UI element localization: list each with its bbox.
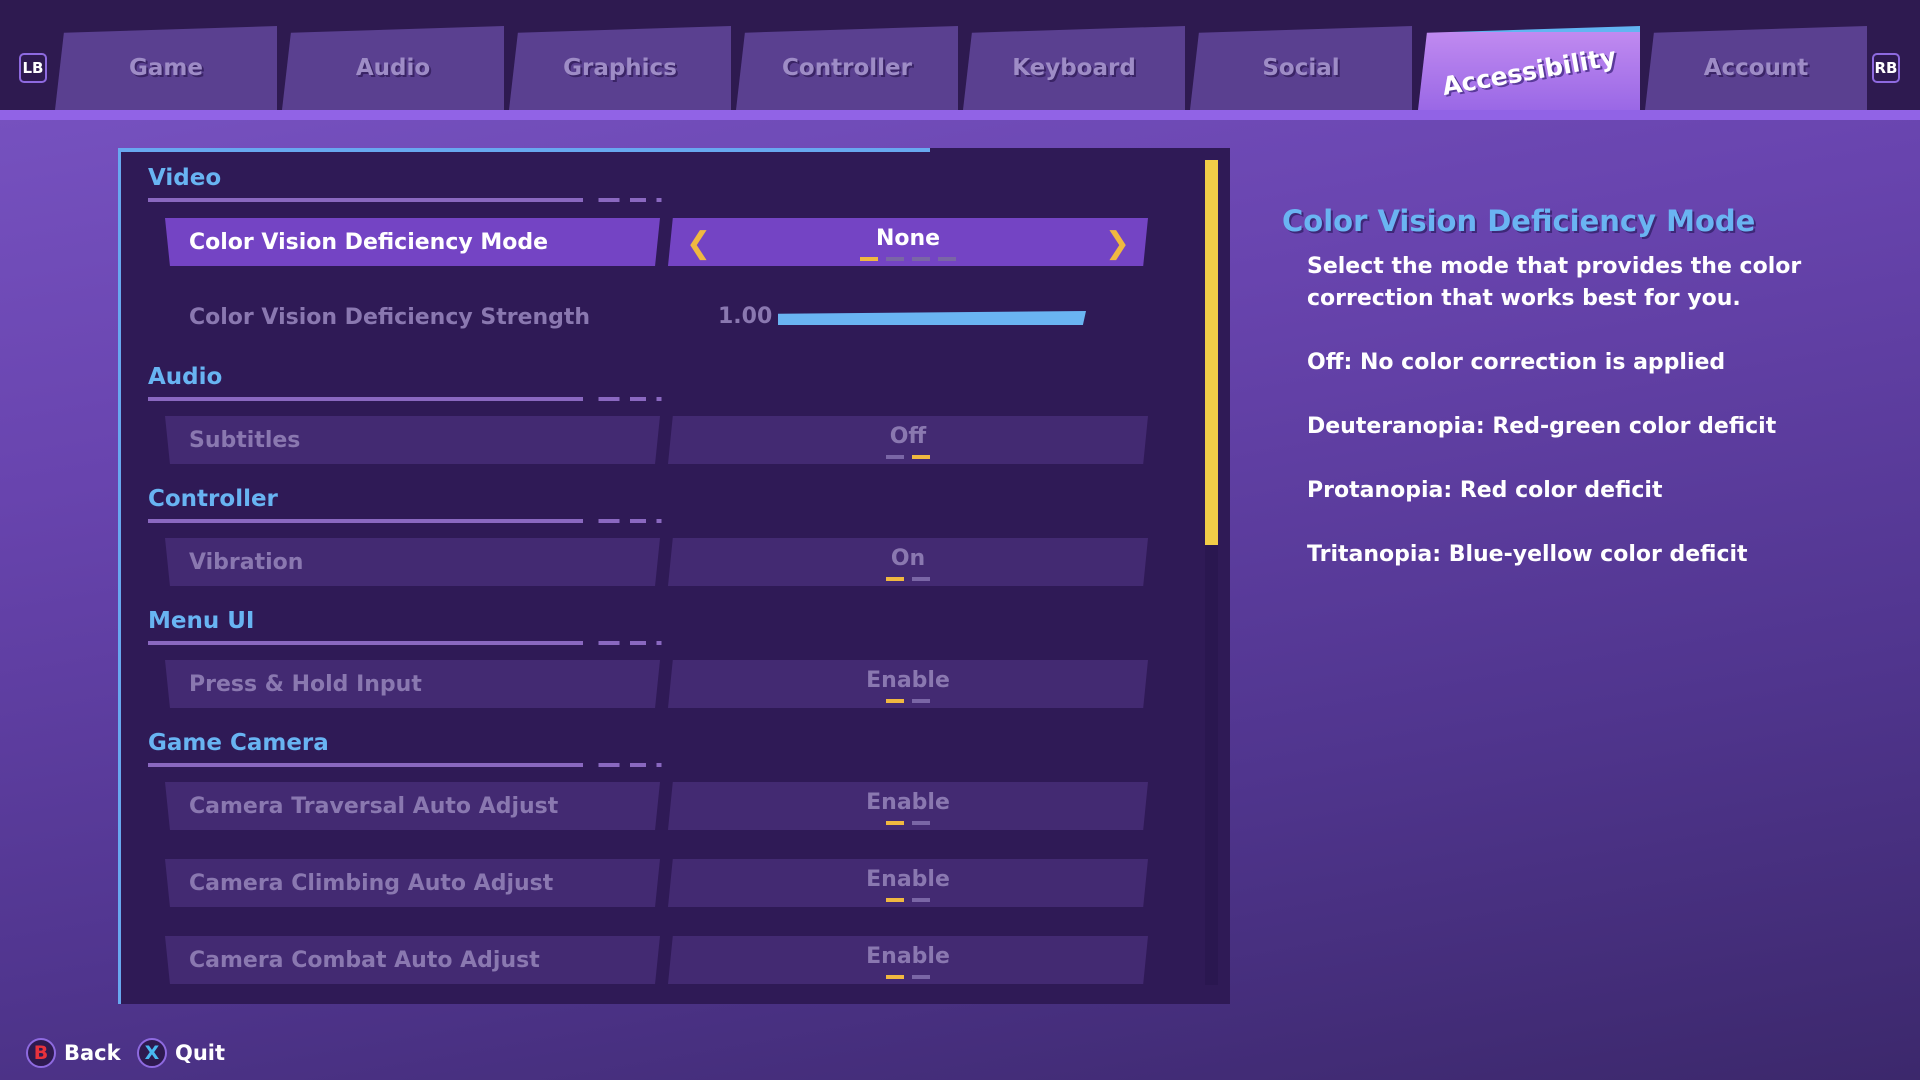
setting-label: Camera Traversal Auto Adjust xyxy=(165,782,660,830)
back-label: Back xyxy=(64,1041,121,1065)
tab-keyboard[interactable]: Keyboard xyxy=(963,26,1185,110)
setting-label: Subtitles xyxy=(165,416,660,464)
tab-social[interactable]: Social xyxy=(1190,26,1412,110)
tab-bar-accent xyxy=(0,110,1920,120)
tab-audio[interactable]: Audio xyxy=(282,26,504,110)
setting-value: None xyxy=(875,225,941,251)
option-indicator xyxy=(886,898,930,902)
setting-value: Enable xyxy=(866,667,950,693)
divider xyxy=(148,198,672,202)
quit-label: Quit xyxy=(175,1041,226,1065)
option-indicator xyxy=(886,455,930,459)
help-line: Deuteranopia: Red-green color deficit xyxy=(1307,414,1777,439)
cvd-mode-selector[interactable]: ❮ None ❯ xyxy=(668,218,1148,266)
setting-label: Vibration xyxy=(165,538,660,586)
press-hold-toggle[interactable]: Enable xyxy=(668,660,1148,708)
tab-account[interactable]: Account xyxy=(1645,26,1867,110)
tab-label: Social xyxy=(1262,55,1340,81)
tab-label: Game xyxy=(129,55,203,81)
setting-value: Enable xyxy=(866,789,950,815)
option-indicator xyxy=(886,821,930,825)
setting-value: Enable xyxy=(866,866,950,892)
section-controller: Controller xyxy=(148,486,278,512)
help-line: Off: No color correction is applied xyxy=(1307,350,1726,375)
setting-label: Color Vision Deficiency Mode xyxy=(165,218,660,266)
option-indicator xyxy=(860,257,956,261)
divider xyxy=(148,641,672,645)
arrow-right-icon[interactable]: ❯ xyxy=(1105,226,1130,261)
panel-border xyxy=(120,148,930,152)
b-button-icon: B xyxy=(26,1038,56,1068)
section-video: Video xyxy=(148,165,222,191)
section-audio: Audio xyxy=(148,364,223,390)
tab-label: Account xyxy=(1703,55,1809,81)
back-button[interactable]: B Back xyxy=(26,1038,121,1068)
strength-value: 1.00 xyxy=(718,304,773,329)
setting-label: Color Vision Deficiency Strength xyxy=(189,304,591,330)
tab-controller[interactable]: Controller xyxy=(736,26,958,110)
vibration-toggle[interactable]: On xyxy=(668,538,1148,586)
divider xyxy=(148,763,672,767)
rb-bumper-icon[interactable]: RB xyxy=(1872,53,1900,83)
tab-graphics[interactable]: Graphics xyxy=(509,26,731,110)
setting-value: Off xyxy=(889,423,927,449)
help-description: Select the mode that provides the color … xyxy=(1307,254,1802,311)
setting-value: On xyxy=(890,545,926,571)
camera-climbing-toggle[interactable]: Enable xyxy=(668,859,1148,907)
option-indicator xyxy=(886,699,930,703)
tab-game[interactable]: Game xyxy=(55,26,277,110)
scrollbar-track[interactable] xyxy=(1205,545,1218,985)
setting-label: Camera Climbing Auto Adjust xyxy=(165,859,660,907)
lb-bumper-icon[interactable]: LB xyxy=(19,53,47,83)
x-button-icon: X xyxy=(137,1038,167,1068)
divider xyxy=(148,397,672,401)
camera-traversal-toggle[interactable]: Enable xyxy=(668,782,1148,830)
tab-label: Controller xyxy=(782,55,912,81)
tab-label: Keyboard xyxy=(1012,55,1136,81)
camera-combat-toggle[interactable]: Enable xyxy=(668,936,1148,984)
setting-value: Enable xyxy=(866,943,950,969)
quit-button[interactable]: X Quit xyxy=(137,1038,225,1068)
help-line: Protanopia: Red color deficit xyxy=(1307,478,1663,503)
section-menu-ui: Menu UI xyxy=(148,608,255,634)
arrow-left-icon[interactable]: ❮ xyxy=(686,226,711,261)
tab-accessibility[interactable]: Accessibility xyxy=(1418,26,1640,110)
help-line: Tritanopia: Blue-yellow color deficit xyxy=(1307,542,1748,567)
setting-label: Camera Combat Auto Adjust xyxy=(165,936,660,984)
divider xyxy=(148,519,672,523)
subtitles-toggle[interactable]: Off xyxy=(668,416,1148,464)
help-title: Color Vision Deficiency Mode xyxy=(1282,204,1756,238)
option-indicator xyxy=(886,577,930,581)
tab-label: Accessibility xyxy=(1439,41,1619,101)
option-indicator xyxy=(886,975,930,979)
setting-label: Press & Hold Input xyxy=(165,660,660,708)
tab-label: Graphics xyxy=(563,55,677,81)
scrollbar-thumb[interactable] xyxy=(1205,160,1218,545)
section-game-camera: Game Camera xyxy=(148,730,329,756)
tab-label: Audio xyxy=(355,55,431,81)
